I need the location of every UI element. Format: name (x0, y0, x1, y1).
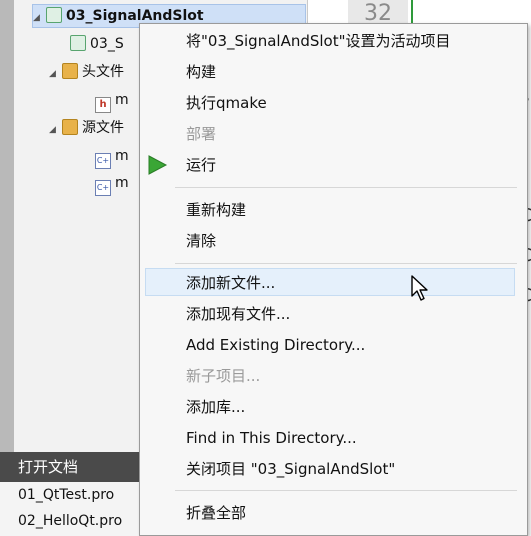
menu-item-clean[interactable]: 清除 (186, 229, 216, 253)
header-file-icon: h (95, 97, 111, 113)
qt-project-icon (46, 7, 62, 23)
folder-icon (62, 63, 78, 79)
cpp-file-icon: C+ (95, 180, 111, 196)
header-file-name: m (115, 92, 129, 108)
tree-item-header-file[interactable]: hm (95, 89, 129, 113)
tree-item-sources[interactable]: ◢ 源文件 (49, 117, 124, 139)
headers-folder-label: 头文件 (82, 64, 124, 80)
pro-file-icon (70, 35, 86, 51)
menu-item-rebuild[interactable]: 重新构建 (186, 198, 246, 222)
tree-item-source-file[interactable]: C+ m (95, 145, 129, 169)
menu-item-build[interactable]: 构建 (186, 60, 216, 84)
source-file-name: m (115, 175, 129, 191)
sources-folder-label: 源文件 (82, 120, 124, 136)
menu-item-add-existing-files[interactable]: 添加现有文件... (186, 302, 290, 326)
project-name: 03_SignalAndSlot (66, 8, 204, 24)
menu-separator (175, 490, 517, 491)
project-context-menu: 将"03_SignalAndSlot"设置为活动项目 构建 执行qmake 部署… (139, 23, 528, 536)
mouse-cursor-icon (411, 275, 428, 301)
tree-item-pro-file[interactable]: 03_S (70, 33, 124, 55)
open-documents-panel: 打开文档 01_QtTest.pro 02_HelloQt.pro (0, 452, 160, 536)
open-document-item[interactable]: 02_HelloQt.pro (0, 508, 160, 534)
tree-item-headers[interactable]: ◢ 头文件 (49, 61, 124, 83)
pro-file-name: 03_S (90, 36, 124, 52)
open-documents-title: 打开文档 (0, 452, 160, 482)
menu-item-deploy: 部署 (186, 125, 217, 143)
menu-item-close-project[interactable]: 关闭项目 "03_SignalAndSlot" (186, 457, 395, 481)
collapse-arrow-icon[interactable]: ◢ (49, 119, 57, 141)
source-file-name: m (115, 148, 129, 164)
collapse-arrow-icon[interactable]: ◢ (49, 63, 57, 85)
menu-item-set-active-project[interactable]: 将"03_SignalAndSlot"设置为活动项目 (186, 29, 451, 53)
cpp-file-icon: C+ (95, 153, 111, 169)
menu-item-add-library[interactable]: 添加库... (186, 395, 245, 419)
folder-icon (62, 119, 78, 135)
menu-item-run[interactable]: 运行 (186, 153, 216, 177)
tree-scrollbar[interactable] (0, 0, 14, 452)
run-play-icon (148, 155, 168, 175)
menu-item-add-new-file[interactable]: 添加新文件... (186, 271, 275, 295)
menu-item-add-existing-directory[interactable]: Add Existing Directory... (186, 333, 365, 357)
menu-item-run-qmake[interactable]: 执行qmake (186, 91, 267, 115)
menu-item-find-in-directory[interactable]: Find in This Directory... (186, 426, 357, 450)
menu-separator (175, 187, 517, 188)
menu-item-collapse-all[interactable]: 折叠全部 (186, 501, 246, 525)
open-document-item[interactable]: 01_QtTest.pro (0, 482, 160, 508)
tree-item-source-file[interactable]: C+ m (95, 172, 129, 196)
menu-item-new-subproject: 新子项目... (186, 367, 261, 385)
collapse-arrow-icon[interactable]: ◢ (33, 7, 41, 29)
menu-separator (175, 263, 517, 264)
